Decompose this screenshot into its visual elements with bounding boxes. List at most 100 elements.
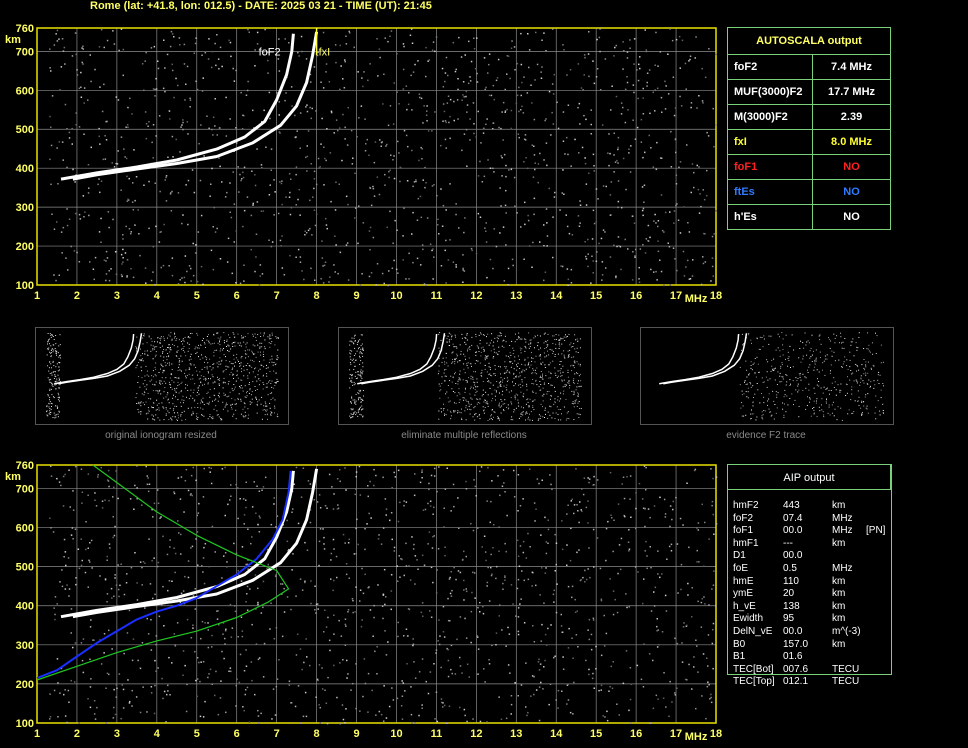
aip-value: 012.1 xyxy=(783,676,809,688)
aip-unit: TECU xyxy=(832,676,860,688)
x-tick-label: 8 xyxy=(314,290,320,302)
y-unit-label: km xyxy=(5,34,21,46)
aip-unit: km xyxy=(832,638,846,650)
aip-name: TEC[Bot] xyxy=(733,663,774,675)
aip-value: 00.0 xyxy=(783,626,803,637)
y-unit-label: km xyxy=(5,471,21,483)
x-tick-label: 3 xyxy=(114,728,120,740)
autoscala-title: AUTOSCALA output xyxy=(727,27,891,55)
x-tick-label: 5 xyxy=(194,290,200,302)
aip-unit: km xyxy=(832,613,846,625)
electron-density-profile-green xyxy=(36,464,290,681)
autoscala-row: MUF(3000)F2 17.7 MHz xyxy=(727,79,891,105)
ionogram-plot-top: 1 2 3 4 5 6 7 8 9 10 11 12 13 14 15 16 17 18MHz7607006005… xyxy=(5,23,722,305)
autoscala-param-name: M(3000)F2 xyxy=(727,104,813,130)
aip-unit: MHz xyxy=(832,512,853,524)
thumbnail-original xyxy=(35,327,289,425)
aip-unit: TECU xyxy=(832,663,860,675)
aip-value: 01.6 xyxy=(783,651,803,663)
y-tick-label: 500 xyxy=(16,124,34,136)
autoscala-param-name: foF1 xyxy=(727,154,813,180)
thumbnail-trace xyxy=(54,333,135,385)
x-tick-label: 12 xyxy=(470,728,482,740)
x-tick-label: 13 xyxy=(510,728,522,740)
aip-name: DelN_vE xyxy=(733,626,773,637)
thumbnail-trace xyxy=(357,333,438,385)
x-tick-label: 1 xyxy=(34,728,40,740)
autoscala-param-name: foF2 xyxy=(727,54,813,80)
aip-value: 07.4 xyxy=(783,512,803,524)
foF2-label: foF2 xyxy=(259,46,281,58)
aip-value: 138 xyxy=(783,600,800,612)
thumbnail-f2-trace xyxy=(640,327,894,425)
autoscala-output-table: AUTOSCALA output foF2 7.4 MHz MUF(3000)F2 1… xyxy=(727,27,891,230)
aip-value: 007.6 xyxy=(783,663,809,675)
thumbnail-f2-trace-image xyxy=(659,332,884,421)
thumbnail-no-multiples xyxy=(338,327,592,425)
y-tick-label: 700 xyxy=(16,46,34,58)
aip-name: TEC[Top] xyxy=(733,676,775,688)
y-tick-label: 400 xyxy=(16,163,34,175)
x-tick-label: 7 xyxy=(274,728,280,740)
x-tick-label: 2 xyxy=(74,728,80,740)
autoscala-param-name: ftEs xyxy=(727,179,813,205)
autoscala-param-value: NO xyxy=(812,179,891,205)
aip-value: --- xyxy=(783,537,793,549)
aip-output-title: AIP output xyxy=(727,464,891,490)
aip-unit: km xyxy=(832,588,846,600)
x-tick-label: 16 xyxy=(630,728,642,740)
x-unit-label: MHz xyxy=(685,293,708,305)
thumbnail-no-multiples-image xyxy=(349,332,582,421)
x-tick-label: 2 xyxy=(74,290,80,302)
x-tick-label: 7 xyxy=(274,290,280,302)
autoscala-row: foF2 7.4 MHz xyxy=(727,54,891,80)
y-tick-label: 200 xyxy=(16,241,34,253)
x-tick-label: 5 xyxy=(194,728,200,740)
aip-value: 443 xyxy=(783,500,800,511)
aip-output-panel xyxy=(727,464,892,675)
y-tick-label: 300 xyxy=(16,202,34,214)
aip-name: foF2 xyxy=(733,512,754,524)
aip-value: 110 xyxy=(783,575,799,587)
y-tick-label: 700 xyxy=(16,483,34,495)
aip-name: hmE xyxy=(733,575,754,587)
autoscala-row: fxI 8.0 MHz xyxy=(727,129,891,155)
ionogram-header: Rome (lat: +41.8, lon: 012.5) - DATE: 20… xyxy=(90,0,432,12)
aip-value: 00.0 xyxy=(783,550,803,562)
x-tick-label: 3 xyxy=(114,290,120,302)
x-tick-label: 9 xyxy=(353,290,359,302)
autoscala-row: M(3000)F2 2.39 xyxy=(727,104,891,130)
x-tick-label: 13 xyxy=(510,290,522,302)
x-tick-label: 15 xyxy=(590,728,602,740)
plot-frame xyxy=(36,464,717,724)
thumbnail-trace xyxy=(659,333,740,385)
x-tick-label: 15 xyxy=(590,290,602,302)
aip-unit: km xyxy=(832,575,846,587)
ionogram-noise xyxy=(49,465,718,725)
aip-name: hmF2 xyxy=(733,500,759,511)
aip-value: 20 xyxy=(783,588,795,600)
autoscala-row: foF1 NO xyxy=(727,154,891,180)
thumbnail-original-image xyxy=(46,332,279,421)
x-tick-label: 4 xyxy=(154,728,161,740)
x-tick-label: 11 xyxy=(431,728,443,740)
autoscala-param-value: 7.4 MHz xyxy=(812,54,891,80)
x-unit-label: MHz xyxy=(685,731,708,743)
x-tick-label: 11 xyxy=(431,290,443,302)
aip-value: 00.0 xyxy=(783,525,803,537)
autoscala-row: ftEs NO xyxy=(727,179,891,205)
aip-value: 157.0 xyxy=(783,638,809,650)
autoscala-param-value: NO xyxy=(812,154,891,180)
thumbnail-original-caption: original ionogram resized xyxy=(105,430,217,441)
x-tick-label: 18 xyxy=(710,728,722,740)
x-tick-label: 14 xyxy=(550,290,563,302)
aip-name: B1 xyxy=(733,651,746,663)
electron-density-profile-blue xyxy=(36,470,292,679)
y-tick-label: 500 xyxy=(16,562,34,574)
y-tick-label: 100 xyxy=(16,280,34,292)
aip-name: B0 xyxy=(733,638,746,650)
aip-unit: m^(-3) xyxy=(832,626,861,637)
x-tick-label: 8 xyxy=(314,728,320,740)
aip-name: h_vE xyxy=(733,600,756,612)
fxI-label: fxI xyxy=(319,46,331,58)
